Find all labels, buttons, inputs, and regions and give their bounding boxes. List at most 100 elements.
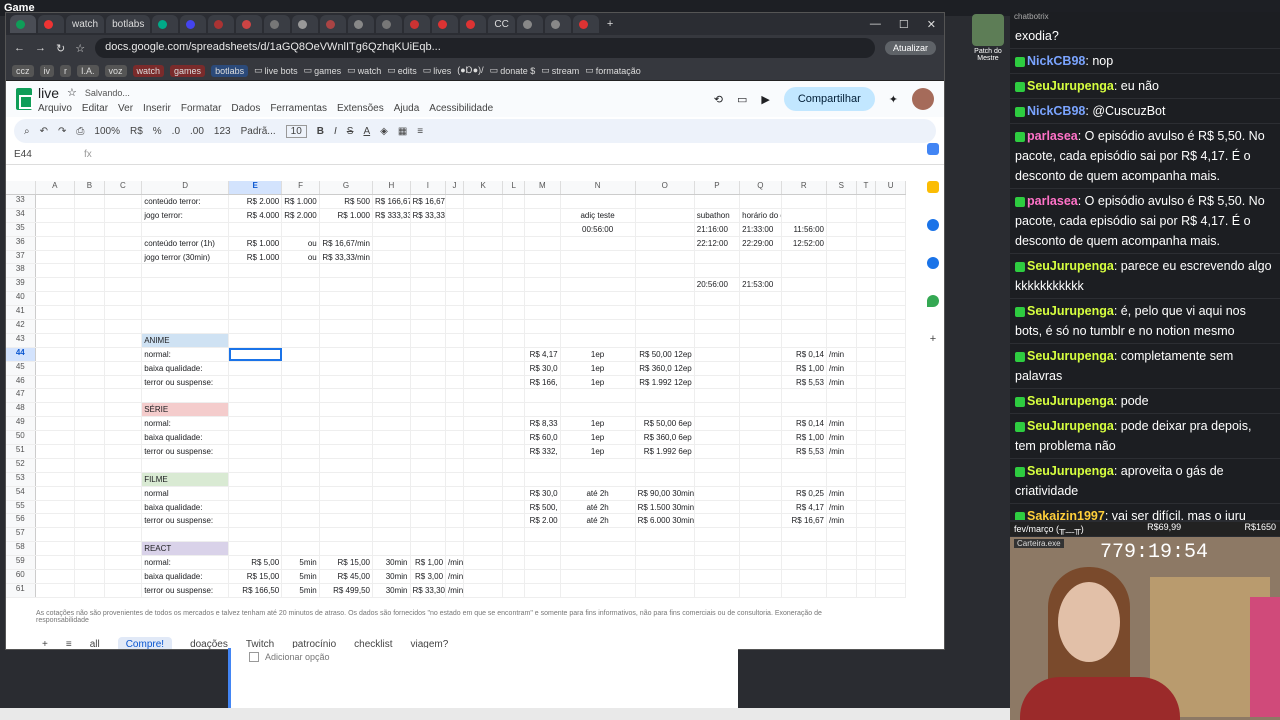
- cell[interactable]: [782, 264, 827, 278]
- cell[interactable]: [525, 208, 561, 222]
- cell[interactable]: ou: [282, 250, 320, 264]
- cell[interactable]: [876, 347, 906, 361]
- print-icon[interactable]: ⎙: [76, 126, 84, 137]
- cell[interactable]: [561, 250, 636, 264]
- corner-cell[interactable]: [6, 181, 36, 194]
- cell[interactable]: [740, 417, 782, 431]
- cell[interactable]: [446, 458, 464, 472]
- bookmark-chip[interactable]: iv: [39, 64, 54, 77]
- cell[interactable]: [282, 500, 320, 514]
- cell[interactable]: [75, 195, 105, 208]
- all-sheets-icon[interactable]: ≡: [66, 639, 72, 649]
- cell[interactable]: [229, 306, 283, 320]
- cell[interactable]: [75, 528, 105, 542]
- cell[interactable]: /min: [827, 361, 857, 375]
- cell[interactable]: [827, 250, 857, 264]
- cell[interactable]: [740, 347, 782, 361]
- cell[interactable]: [411, 264, 447, 278]
- cell[interactable]: [36, 208, 76, 222]
- cell[interactable]: [695, 556, 741, 570]
- cell[interactable]: terror ou suspense:: [142, 514, 229, 528]
- cell[interactable]: [229, 278, 283, 292]
- cell[interactable]: [464, 514, 504, 528]
- cell[interactable]: [446, 195, 464, 208]
- gemini-icon[interactable]: ✦: [889, 93, 898, 106]
- cell[interactable]: [229, 264, 283, 278]
- fill-color-icon[interactable]: ◈: [380, 126, 388, 137]
- cell[interactable]: R$ 333,33: [373, 208, 411, 222]
- cell[interactable]: R$ 4,17: [525, 347, 561, 361]
- cell[interactable]: 1ep: [561, 347, 636, 361]
- cell[interactable]: [142, 389, 229, 403]
- cell[interactable]: [695, 528, 741, 542]
- keep-icon[interactable]: [927, 181, 939, 193]
- cell[interactable]: [740, 514, 782, 528]
- cell[interactable]: terror ou suspense:: [142, 375, 229, 389]
- cell[interactable]: [36, 528, 76, 542]
- cell[interactable]: 12:52:00: [782, 236, 827, 250]
- row-number[interactable]: 38: [6, 264, 36, 278]
- cell[interactable]: [876, 208, 906, 222]
- cell[interactable]: R$ 2.00: [525, 514, 561, 528]
- cell[interactable]: [876, 570, 906, 583]
- cell[interactable]: [876, 306, 906, 320]
- column-header[interactable]: L: [503, 181, 526, 194]
- cell[interactable]: [876, 375, 906, 389]
- cell[interactable]: [320, 264, 373, 278]
- cell[interactable]: [36, 361, 76, 375]
- cell[interactable]: [36, 306, 76, 320]
- cell[interactable]: [827, 236, 857, 250]
- cell[interactable]: [373, 389, 411, 403]
- cell[interactable]: R$ 166,: [525, 375, 561, 389]
- cell[interactable]: [36, 445, 76, 458]
- cell[interactable]: [876, 195, 906, 208]
- cell[interactable]: R$ 5,53: [782, 375, 827, 389]
- cell[interactable]: [373, 347, 411, 361]
- cell[interactable]: R$ 1.000: [282, 195, 320, 208]
- row-number[interactable]: 54: [6, 486, 36, 500]
- menu-item[interactable]: Formatar: [181, 103, 222, 114]
- cell[interactable]: [503, 486, 526, 500]
- cell[interactable]: R$ 1.992 6ep: [636, 445, 695, 458]
- cell[interactable]: [75, 306, 105, 320]
- cell[interactable]: [464, 361, 504, 375]
- column-header[interactable]: F: [282, 181, 320, 194]
- cell[interactable]: [36, 403, 76, 417]
- cell[interactable]: 5min: [282, 556, 320, 570]
- zoom-select[interactable]: 100%: [94, 126, 120, 137]
- cell[interactable]: [105, 292, 143, 306]
- cell[interactable]: R$ 4.000: [229, 208, 283, 222]
- cell[interactable]: [695, 542, 741, 556]
- cell[interactable]: [857, 306, 877, 320]
- cell[interactable]: [636, 264, 695, 278]
- cell[interactable]: [36, 486, 76, 500]
- cell[interactable]: [105, 403, 143, 417]
- cell[interactable]: [75, 222, 105, 236]
- cell[interactable]: /min: [827, 445, 857, 458]
- cell[interactable]: [373, 250, 411, 264]
- cell[interactable]: R$ 3,00: [411, 570, 447, 583]
- cell[interactable]: [782, 458, 827, 472]
- cell[interactable]: [464, 195, 504, 208]
- cell[interactable]: [373, 264, 411, 278]
- cell[interactable]: [75, 236, 105, 250]
- cell[interactable]: [229, 458, 283, 472]
- cell[interactable]: ou: [282, 236, 320, 250]
- menu-item[interactable]: Ferramentas: [270, 103, 327, 114]
- cell[interactable]: [827, 403, 857, 417]
- cell[interactable]: [827, 458, 857, 472]
- cell[interactable]: R$ 166,67: [373, 195, 411, 208]
- cell[interactable]: [446, 250, 464, 264]
- menu-item[interactable]: Editar: [82, 103, 108, 114]
- cell[interactable]: [827, 570, 857, 583]
- cell[interactable]: R$ 332,: [525, 445, 561, 458]
- cell[interactable]: R$ 1,00: [782, 361, 827, 375]
- cell[interactable]: /min: [827, 417, 857, 431]
- cell[interactable]: [857, 278, 877, 292]
- cell[interactable]: [36, 542, 76, 556]
- column-header[interactable]: D: [142, 181, 230, 194]
- cell[interactable]: [75, 514, 105, 528]
- cell[interactable]: R$ 2.000: [229, 195, 283, 208]
- cell[interactable]: [105, 375, 143, 389]
- cell[interactable]: [464, 250, 504, 264]
